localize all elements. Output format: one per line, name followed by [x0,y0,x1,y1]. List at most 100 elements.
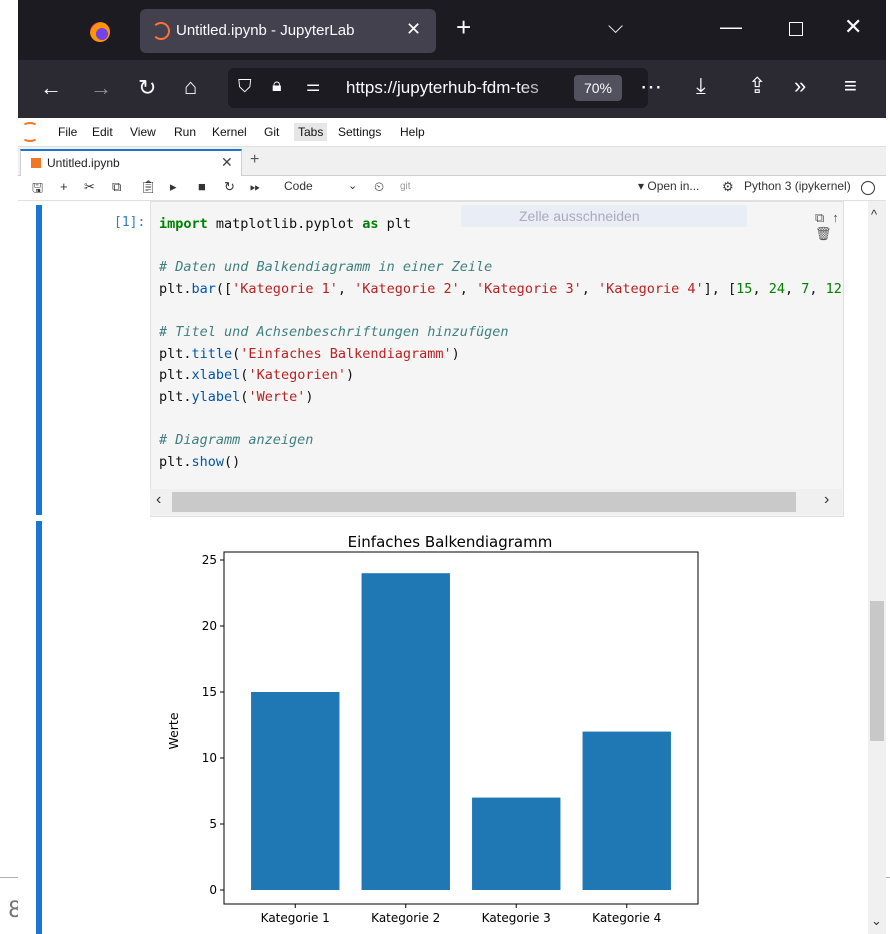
run-icon[interactable]: ▸ [170,179,177,195]
code-editor[interactable]: Zelle ausschneiden import matplotlib.pyp… [150,201,844,517]
page-actions-icon[interactable]: ⋯ [640,74,662,100]
add-launcher-icon[interactable]: + [250,151,259,169]
menu-git[interactable]: Git [264,125,279,139]
back-icon[interactable]: ← [40,75,62,101]
reload-icon[interactable]: ↻ [138,75,156,101]
home-icon[interactable]: ⌂ [184,74,197,100]
overflow-chevron-icon[interactable]: » [794,73,806,99]
menu-edit[interactable]: Edit [92,125,113,139]
hamburger-menu-icon[interactable]: ≡ [844,73,857,99]
stop-icon[interactable]: ■ [198,179,206,194]
bar [582,731,671,890]
insert-cell-icon[interactable]: + [60,179,68,194]
menu-help[interactable]: Help [400,125,425,139]
horizontal-scroll-thumb[interactable] [172,492,796,512]
kernel-status-icon [861,181,875,195]
vertical-scrollbar[interactable]: ^ ⌄ [868,201,886,934]
bar [472,797,561,890]
jupyter-menubar: File Edit View Run Kernel Git Tabs Setti… [18,118,886,147]
y-tick-label: 25 [202,553,217,567]
y-tick-label: 10 [202,751,217,765]
active-cell-indicator [36,205,42,515]
x-tick-label: Kategorie 2 [371,911,440,925]
browser-tab-title: Untitled.ipynb - JupyterLab [176,22,355,39]
menu-file[interactable]: File [58,125,77,139]
menu-run[interactable]: Run [174,125,196,139]
jupyter-logo-icon [22,122,38,142]
scroll-right-icon[interactable]: › [824,491,829,509]
duplicate-cell-icon[interactable]: ⧉ [815,210,832,225]
debug-bug-icon[interactable]: ⚙ [722,179,734,195]
scroll-down-icon[interactable]: ⌄ [871,913,882,929]
cut-icon[interactable]: ✂ [84,179,95,195]
navigation-toolbar: ← → ↻ ⌂ ⛉ 🔒︎ ⚌ https://jupyterhub-fdm-te… [18,60,886,118]
address-bar[interactable]: ⛉ 🔒︎ ⚌ https://jupyterhub-fdm-tes 70% [228,68,648,108]
desktop-background [0,0,18,934]
paste-icon[interactable]: 📋︎ [140,179,157,195]
scroll-up-icon[interactable]: ^ [871,207,877,222]
cell-prompt: [1]: [114,215,146,230]
notebook-icon [31,158,41,168]
x-tick-label: Kategorie 4 [592,911,661,925]
cell-type-select[interactable]: Code [284,179,313,193]
list-all-tabs-icon[interactable]: ⌵ [608,16,623,39]
menu-tabs[interactable]: Tabs [294,123,328,141]
chevron-down-icon[interactable]: ⌄ [348,179,357,192]
new-tab-icon[interactable]: + [456,14,471,40]
download-icon[interactable]: ⤓ [696,73,706,99]
url-text: https://jupyterhub-fdm-tes [346,78,539,97]
loading-spinner-icon [152,22,170,40]
zoom-level-button[interactable]: 70% [574,75,622,101]
move-up-icon[interactable]: ↑ [832,210,843,225]
notebook-toolbar: 🖫︎ + ✂ ⧉ 📋︎ ▸ ■ ↻ ⏩︎ Code ⌄ ⏲︎ git ▾ Ope… [18,176,886,201]
close-tab-icon[interactable]: ✕ [406,19,421,40]
forward-icon[interactable]: → [90,75,112,101]
cell-toolbar: ⧉↑↓⊥⊤🗑︎ [815,210,843,242]
y-tick-label: 5 [209,817,217,831]
y-axis-label: Werte [166,712,181,749]
browser-tab[interactable]: Untitled.ipynb - JupyterLab ✕ [140,9,436,53]
shield-icon[interactable]: ⛉ [238,76,252,97]
browser-window: Untitled.ipynb - JupyterLab ✕ + ⌵ — ✕ ← … [18,0,886,934]
chart-title: Einfaches Balkendiagramm [348,533,553,551]
browser-tab-strip: Untitled.ipynb - JupyterLab ✕ + ⌵ — ✕ [18,0,886,60]
vertical-scroll-thumb[interactable] [870,601,884,741]
y-tick-label: 0 [209,883,217,897]
restart-run-all-icon[interactable]: ⏩︎ [250,179,260,195]
y-tick-label: 20 [202,619,217,633]
desktop-divider-right [886,877,890,878]
permissions-icon[interactable]: ⚌ [306,76,320,96]
menu-kernel[interactable]: Kernel [212,125,247,139]
close-window-icon[interactable]: ✕ [844,14,862,40]
git-label: git [400,181,411,192]
minimize-window-icon[interactable]: — [720,14,742,40]
notebook-tab[interactable]: Untitled.ipynb ✕ [20,149,242,177]
notebook-area: [1]: Zelle ausschneiden import matplotli… [18,201,868,934]
horizontal-scrollbar[interactable]: ‹ › [150,489,842,515]
history-icon[interactable]: ⏲︎ [374,179,384,195]
open-in-button[interactable]: ▾ Open in... [638,179,699,193]
maximize-window-icon[interactable] [789,22,803,36]
close-notebook-tab-icon[interactable]: ✕ [221,154,233,171]
url-fade [518,68,574,108]
kernel-name[interactable]: Python 3 (ipykernel) [744,179,851,193]
delete-cell-icon[interactable]: 🗑︎ [815,226,840,241]
x-tick-label: Kategorie 1 [261,911,330,925]
restart-icon[interactable]: ↻ [224,179,235,195]
chart-marks: Kategorie 1 Kategorie 2 Kategorie 3 Kategor… [202,553,671,925]
share-icon[interactable]: ⇪ [748,73,766,99]
desktop-divider [0,877,18,878]
x-tick-label: Kategorie 3 [482,911,551,925]
firefox-icon[interactable] [90,22,110,42]
notebook-tab-label: Untitled.ipynb [47,156,120,170]
bar [361,573,450,890]
lock-icon[interactable]: 🔒︎ [272,75,282,96]
menu-view[interactable]: View [130,125,156,139]
notebook-tabbar: Untitled.ipynb ✕ + [18,147,886,177]
desktop-background-right [886,0,890,934]
code-text: import matplotlib.pyplot as plt # Daten … [159,216,843,470]
menu-settings[interactable]: Settings [338,125,381,139]
save-icon[interactable]: 🖫︎ [32,179,43,201]
scroll-left-icon[interactable]: ‹ [156,491,161,509]
copy-icon[interactable]: ⧉ [112,179,121,195]
